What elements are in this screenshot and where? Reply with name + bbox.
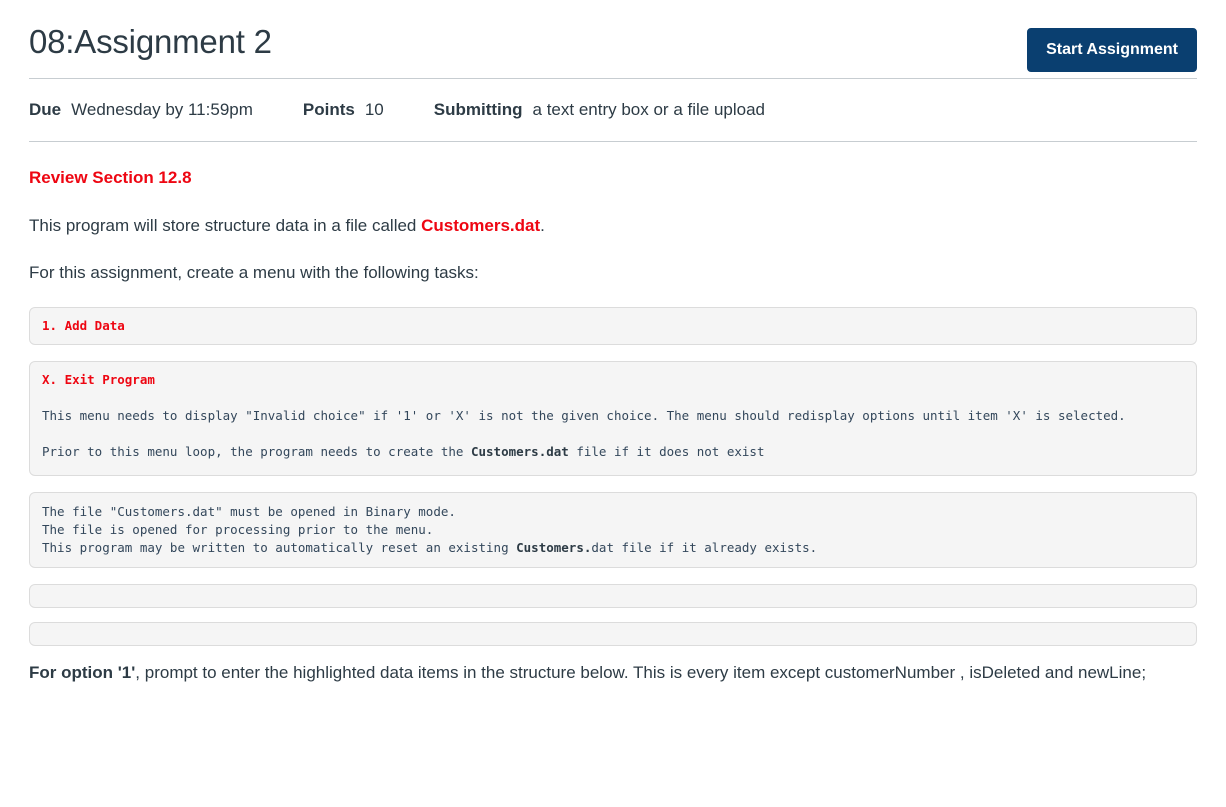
meta-due: Due Wednesday by 11:59pm	[29, 98, 253, 121]
file-notes-line3-filename: Customers.	[516, 540, 592, 555]
code-block-add-data: 1. Add Data	[29, 307, 1197, 345]
description-paragraph-2: For this assignment, create a menu with …	[29, 263, 479, 282]
file-notes-line-3: This program may be written to automatic…	[42, 539, 1184, 557]
exit-block-line-2: Prior to this menu loop, the program nee…	[42, 443, 1184, 461]
code-block-empty-1	[29, 584, 1197, 608]
exit-line2-before: Prior to this menu loop, the program nee…	[42, 444, 471, 459]
due-label: Due	[29, 100, 62, 119]
assignment-page: 08:Assignment 2 Start Assignment Due Wed…	[0, 0, 1226, 685]
menu-option-add-data: 1. Add Data	[42, 318, 125, 333]
para1-text-after: .	[540, 216, 545, 235]
page-title: 08:Assignment 2	[29, 23, 272, 60]
points-label: Points	[302, 100, 355, 119]
code-spacer	[42, 389, 1184, 407]
header-actions: Start Assignment	[1027, 16, 1197, 72]
code-spacer	[42, 425, 1184, 443]
meta-submitting: Submitting a text entry box or a file up…	[434, 98, 765, 121]
assignment-description: Review Section 12.8 This program will st…	[29, 142, 1197, 685]
assignment-header: 08:Assignment 2 Start Assignment	[29, 0, 1197, 78]
file-notes-line-1: The file "Customers.dat" must be opened …	[42, 504, 456, 519]
customers-dat-filename: Customers.dat	[421, 216, 541, 235]
description-paragraph-1: This program will store structure data i…	[29, 213, 1197, 238]
due-value: Wednesday by 11:59pm	[71, 100, 253, 119]
code-block-exit-program: X. Exit Program This menu needs to displa…	[29, 361, 1197, 476]
exit-block-line-1: This menu needs to display "Invalid choi…	[42, 408, 1126, 423]
code-block-empty-2	[29, 622, 1197, 646]
points-value: 10	[364, 100, 384, 119]
menu-option-exit-program: X. Exit Program	[42, 372, 155, 387]
meta-points: Points 10	[303, 98, 384, 121]
start-assignment-button[interactable]: Start Assignment	[1027, 28, 1197, 72]
exit-line2-after: file if it does not exist	[568, 444, 765, 459]
code-block-file-notes: The file "Customers.dat" must be opened …	[29, 492, 1197, 568]
review-section-heading: Review Section 12.8	[29, 168, 192, 187]
assignment-meta-strip: Due Wednesday by 11:59pm Points 10 Submi…	[29, 79, 1197, 141]
file-notes-line-2: The file is opened for processing prior …	[42, 522, 434, 537]
exit-line2-filename: Customers.dat	[470, 444, 569, 459]
file-notes-line3-after: dat file if it already exists.	[591, 540, 818, 555]
para1-text-before: This program will store structure data i…	[29, 216, 422, 235]
description-paragraph-3: For option '1', prompt to enter the high…	[29, 660, 1197, 685]
for-option-1-label: For option '1'	[29, 663, 136, 682]
file-notes-line3-before: This program may be written to automatic…	[42, 540, 517, 555]
submitting-label: Submitting	[433, 100, 523, 119]
submitting-value: a text entry box or a file upload	[532, 100, 766, 119]
para3-rest: , prompt to enter the highlighted data i…	[135, 663, 1147, 682]
